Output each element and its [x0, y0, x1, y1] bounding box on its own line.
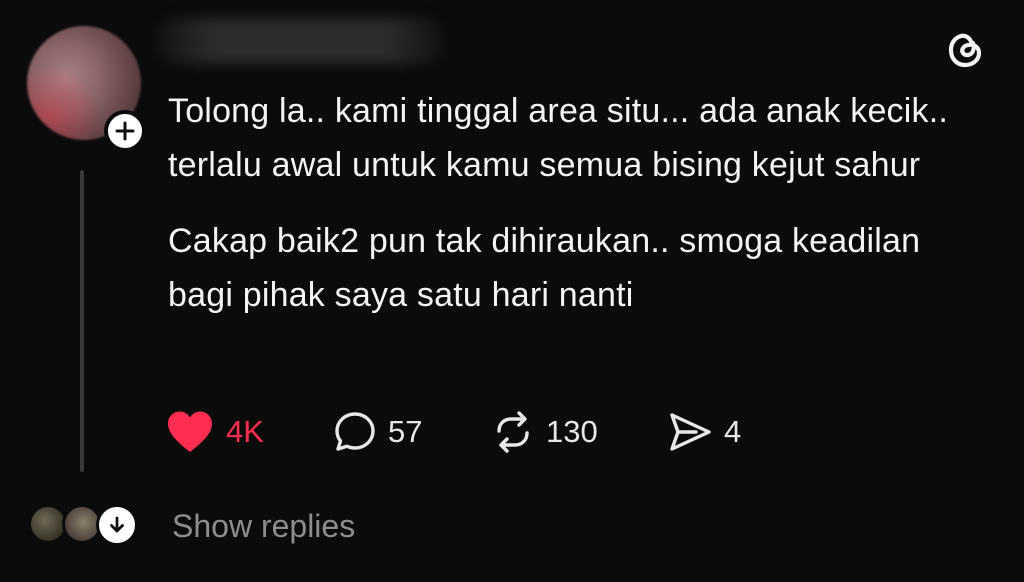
reply-button[interactable]: 57: [332, 406, 422, 458]
heart-icon: [168, 411, 212, 452]
share-button[interactable]: 4: [666, 406, 741, 458]
share-count: 4: [724, 414, 742, 449]
expand-replies-button[interactable]: [96, 504, 138, 546]
plus-icon: [115, 121, 135, 141]
author-username-redacted: [155, 18, 445, 64]
like-button[interactable]: 4K: [166, 406, 264, 458]
like-count: 4K: [226, 414, 264, 449]
repost-count: 130: [546, 414, 598, 449]
send-icon: [670, 413, 711, 451]
comment-icon: [335, 412, 375, 451]
post-paragraph: Tolong la.. kami tinggal area situ... ad…: [168, 92, 948, 184]
thread-post: Tolong la.. kami tinggal area situ... ad…: [0, 0, 1024, 582]
repost-button[interactable]: 130: [490, 406, 598, 458]
post-body: Tolong la.. kami tinggal area situ... ad…: [168, 84, 988, 322]
show-replies-row[interactable]: Show replies: [0, 500, 1024, 552]
reply-count: 57: [388, 414, 423, 449]
arrow-down-icon: [110, 516, 124, 533]
follow-button[interactable]: [104, 110, 146, 152]
post-paragraph: Cakap baik2 pun tak dihiraukan.. smoga k…: [168, 222, 921, 314]
thread-connector-line: [80, 170, 84, 472]
repost-icon: [497, 411, 529, 453]
threads-logo[interactable]: [942, 26, 988, 72]
show-replies-link[interactable]: Show replies: [172, 504, 355, 548]
